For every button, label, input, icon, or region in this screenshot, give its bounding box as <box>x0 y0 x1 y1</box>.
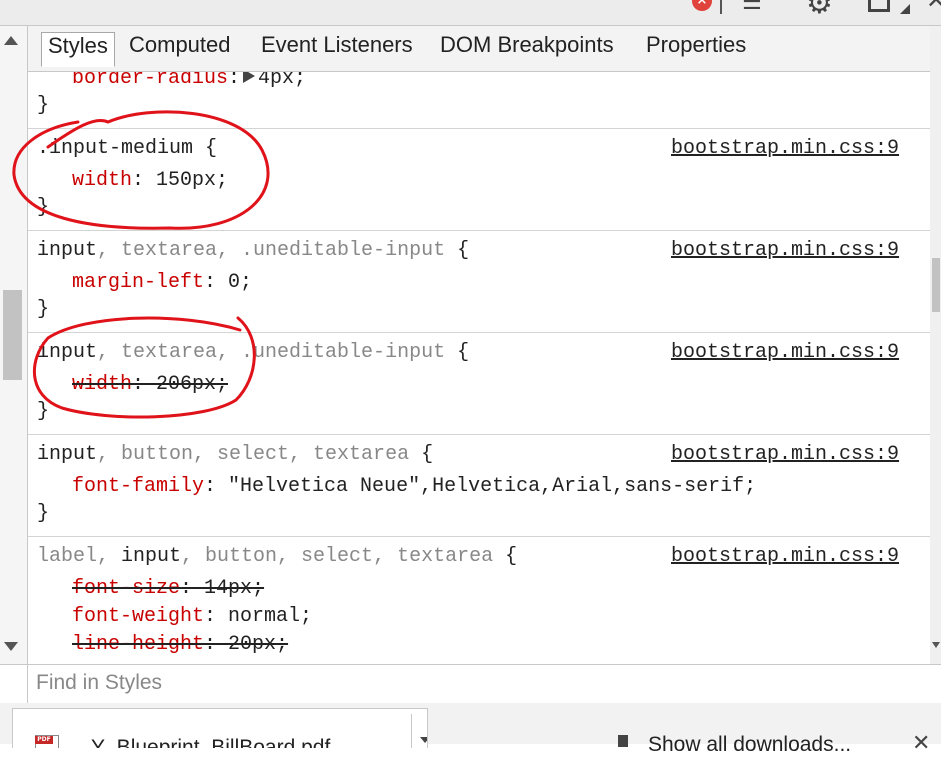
css-property-value[interactable]: : 20px; <box>204 633 288 656</box>
css-property-value[interactable]: : 206px; <box>132 373 228 396</box>
selector-brace: { <box>445 239 470 262</box>
tab-event-listeners[interactable]: Event Listeners <box>261 32 413 65</box>
source-link[interactable]: bootstrap.min.css:9 <box>671 137 899 161</box>
selector-match: input <box>37 341 98 364</box>
find-in-styles-input[interactable] <box>36 669 916 697</box>
tab-properties[interactable]: Properties <box>646 32 746 65</box>
close-devtools-icon[interactable]: ✕ <box>926 0 941 14</box>
source-link[interactable]: bootstrap.min.css:9 <box>671 545 899 569</box>
css-declaration-overridden[interactable]: font-size: 14px; <box>72 577 264 601</box>
scroll-down-arrow-icon[interactable] <box>4 642 18 651</box>
css-declaration-overridden[interactable]: width: 206px; <box>72 373 228 397</box>
settings-gear-icon[interactable]: ⚙ <box>806 0 833 21</box>
tab-dom-breakpoints[interactable]: DOM Breakpoints <box>440 32 614 65</box>
css-property-name[interactable]: font-size <box>72 577 180 600</box>
css-declaration-overridden[interactable]: line-height: 20px; <box>72 633 288 657</box>
sidebar-tab-bar: Styles Computed Event Listeners DOM Brea… <box>28 26 941 72</box>
selector-match: input <box>121 545 182 568</box>
scrollbar-thumb[interactable] <box>932 258 940 312</box>
css-property-value[interactable]: 4px; <box>258 72 306 90</box>
css-property-value[interactable]: : 150px; <box>132 169 228 192</box>
dock-corner-icon <box>900 4 910 14</box>
css-rule-close: } <box>37 400 50 423</box>
window-top-strip: × ☰ ⚙ ✕ <box>0 0 941 26</box>
scroll-down-arrow-icon[interactable] <box>932 642 940 648</box>
styles-pane-scrollbar[interactable] <box>930 26 941 664</box>
selector-nonmatch: , textarea, .uneditable-input <box>97 239 446 262</box>
css-property-value[interactable]: : 14px; <box>180 577 264 600</box>
selector-match: input <box>37 239 98 262</box>
rule-divider <box>28 128 930 129</box>
css-selector[interactable]: input, button, select, textarea { <box>37 443 433 467</box>
css-rule-close: } <box>37 196 50 219</box>
error-count-icon[interactable]: × <box>692 0 712 11</box>
find-bar-separator <box>27 665 28 703</box>
source-link[interactable]: bootstrap.min.css:9 <box>671 341 899 365</box>
styles-pane: border-radius: 4px; } .input-medium { boo… <box>28 72 930 664</box>
pdf-file-icon <box>35 735 59 748</box>
css-property-name[interactable]: line-height <box>72 633 204 656</box>
rule-divider <box>28 332 930 333</box>
downloads-icon <box>618 735 628 747</box>
selector-match: input <box>37 443 98 466</box>
css-property-name[interactable]: width <box>72 169 132 192</box>
css-declaration[interactable]: width: 150px; <box>72 169 228 193</box>
css-declaration[interactable]: margin-left: 0; <box>72 271 252 295</box>
css-declaration[interactable]: font-weight: normal; <box>72 605 312 629</box>
css-rule-close: } <box>37 298 50 321</box>
toolbar-separator <box>720 0 722 14</box>
selector-nonmatch: , button, select, textarea <box>97 443 410 466</box>
css-selector[interactable]: label, input, button, select, textarea { <box>37 545 517 569</box>
elements-panel-scrollbar[interactable] <box>0 26 28 664</box>
css-selector[interactable]: .input-medium { <box>37 137 217 161</box>
tab-computed[interactable]: Computed <box>129 32 231 65</box>
css-property-name[interactable]: margin-left <box>72 271 204 294</box>
rule-divider <box>28 230 930 231</box>
scroll-up-arrow-icon[interactable] <box>4 36 18 45</box>
css-property-name[interactable]: border-radius <box>72 72 228 90</box>
rule-divider <box>28 536 930 537</box>
find-bar <box>0 664 941 704</box>
css-property-value[interactable]: : normal; <box>204 605 312 628</box>
css-property-name[interactable]: font-family <box>72 475 204 498</box>
console-drawer-icon[interactable]: ☰ <box>742 0 762 15</box>
download-shelf: Y_Blueprint_BillBoard.pdf Show all downl… <box>0 703 941 756</box>
css-selector[interactable]: input, textarea, .uneditable-input { <box>37 341 469 365</box>
selector-nonmatch: , textarea, .uneditable-input <box>97 341 446 364</box>
download-item-divider <box>411 714 412 748</box>
scrollbar-thumb[interactable] <box>3 290 22 380</box>
css-rule-close: } <box>37 94 50 117</box>
css-property-name[interactable]: width <box>72 373 132 396</box>
chevron-down-icon[interactable] <box>420 737 427 743</box>
source-link[interactable]: bootstrap.min.css:9 <box>671 443 899 467</box>
download-item[interactable]: Y_Blueprint_BillBoard.pdf <box>12 708 428 748</box>
css-selector[interactable]: input, textarea, .uneditable-input { <box>37 239 469 263</box>
selector-brace: { <box>445 341 470 364</box>
expand-triangle-icon[interactable] <box>243 72 256 83</box>
css-declaration[interactable]: border-radius: 4px; <box>72 72 306 91</box>
show-all-downloads-link[interactable]: Show all downloads... <box>648 733 851 757</box>
css-property-value[interactable]: : 0; <box>204 271 252 294</box>
selector-nonmatch: label, <box>37 545 122 568</box>
css-property-name[interactable]: font-weight <box>72 605 204 628</box>
source-link[interactable]: bootstrap.min.css:9 <box>671 239 899 263</box>
download-file-name[interactable]: Y_Blueprint_BillBoard.pdf <box>91 736 330 748</box>
selector-brace: { <box>493 545 518 568</box>
tab-styles[interactable]: Styles <box>41 32 115 67</box>
selector-brace: { <box>409 443 434 466</box>
css-property-value[interactable]: : "Helvetica Neue",Helvetica,Arial,sans-… <box>204 475 756 498</box>
rule-divider <box>28 434 930 435</box>
css-rule-close: } <box>37 502 50 525</box>
css-colon: : <box>228 72 241 90</box>
selector-nonmatch: , button, select, textarea <box>181 545 494 568</box>
dock-side-icon[interactable] <box>868 0 890 12</box>
css-declaration[interactable]: font-family: "Helvetica Neue",Helvetica,… <box>72 475 756 499</box>
